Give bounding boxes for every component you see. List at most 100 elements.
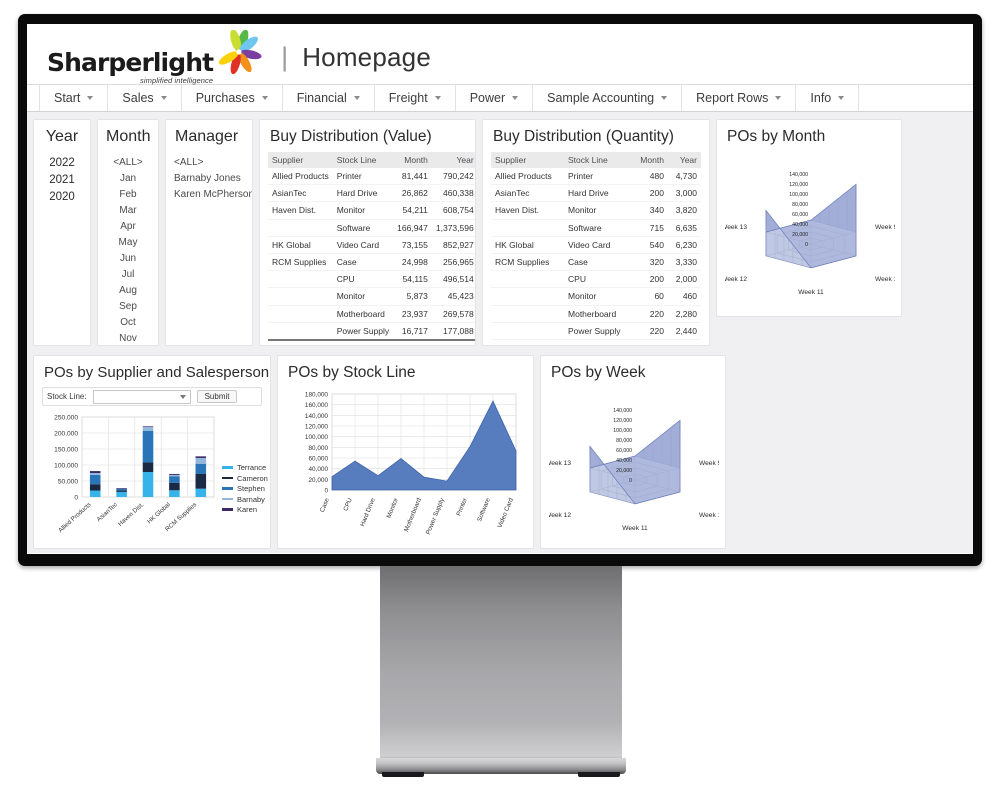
filter-option-year-2[interactable]: 2020 (42, 188, 82, 205)
filter-option-month-5[interactable]: May (106, 234, 150, 250)
chart-pos-by-month-radar[interactable]: 140,000 120,000 100,000 80,000 60,000 40,000 2… (725, 152, 895, 316)
cell-month: 54,211 (393, 201, 432, 220)
filter-option-month-9[interactable]: Sep (106, 298, 150, 314)
submit-button[interactable]: Submit (196, 390, 238, 403)
table-header-row: Supplier Stock Line Month Year (268, 152, 475, 168)
legend-item-barnaby[interactable]: Barnaby (222, 495, 268, 504)
table-row[interactable]: Power Supply 220 2,440 (491, 322, 701, 340)
table-row[interactable]: Monitor 60 460 (491, 287, 701, 306)
svg-text:120,000: 120,000 (789, 182, 808, 188)
table-row[interactable]: Allied Products Printer 480 4,730 (491, 168, 701, 186)
column-header-month: Month (632, 152, 668, 168)
cell-stock-line: Motherboard (332, 305, 394, 323)
filter-option-month-0[interactable]: <ALL> (106, 154, 150, 170)
stock-line-select[interactable] (92, 389, 191, 404)
svg-text:100,000: 100,000 (305, 434, 329, 441)
table-row[interactable]: RCM Supplies Case 320 3,330 (491, 253, 701, 272)
svg-text:100,000: 100,000 (613, 428, 632, 434)
menu-item-purchases[interactable]: Purchases (182, 85, 283, 111)
table-row[interactable]: CPU 200 2,000 (491, 270, 701, 289)
table-row[interactable]: HK Global Video Card 540 6,230 (491, 236, 701, 254)
filter-option-month-11[interactable]: Nov (106, 330, 150, 345)
table-row[interactable]: AsianTec Hard Drive 26,862 460,338 (268, 184, 475, 203)
table-row[interactable]: Power Supply 16,717 177,088 (268, 322, 475, 341)
total-spacer (332, 338, 394, 345)
cell-stock-line: Printer (332, 168, 394, 186)
filter-option-manager-0[interactable]: <ALL> (174, 154, 244, 170)
cell-month: 200 (632, 270, 668, 289)
table-row[interactable]: Software 715 6,635 (491, 219, 701, 237)
svg-text:Week 12: Week 12 (725, 276, 747, 283)
svg-text:Allied Products: Allied Products (57, 501, 92, 534)
table-row[interactable]: Software 166,947 1,373,596 (268, 219, 475, 237)
table-row[interactable]: Motherboard 23,937 269,578 (268, 305, 475, 323)
cell-supplier (268, 287, 333, 306)
table-row[interactable]: Haven Dist. Monitor 54,211 608,754 (268, 201, 475, 220)
menu-label: Info (810, 91, 832, 105)
svg-text:Case: Case (319, 497, 331, 514)
table-row[interactable]: CPU 54,115 496,514 (268, 270, 475, 289)
svg-text:Motherboard: Motherboard (403, 497, 423, 533)
filter-option-manager-1[interactable]: Barnaby Jones (174, 170, 244, 186)
menu-item-power[interactable]: Power (456, 85, 534, 111)
table-row[interactable]: AsianTec Hard Drive 200 3,000 (491, 184, 701, 203)
filter-option-year-0[interactable]: 2022 (42, 154, 82, 171)
legend-item-terrance[interactable]: Terrance (222, 463, 268, 472)
svg-text:0: 0 (805, 242, 808, 248)
svg-text:0: 0 (629, 478, 632, 484)
cell-supplier: RCM Supplies (268, 253, 333, 272)
chart-pos-by-stock-line-area[interactable]: 0 20,000 40,000 60,000 80,000 100,000 120,000 1… (286, 388, 525, 548)
menu-item-report-rows[interactable]: Report Rows (682, 85, 797, 111)
table-row[interactable]: Allied Products Printer 81,441 790,242 (268, 168, 475, 186)
filter-list-month: <ALL>JanFebMarAprMayJunJulAugSepOctNovDe… (106, 154, 150, 345)
pinwheel-logo-icon (217, 29, 265, 81)
filter-option-month-8[interactable]: Aug (106, 282, 150, 298)
filter-option-month-6[interactable]: Jun (106, 250, 150, 266)
panel-buy-distribution-value: Buy Distribution (Value) Supplier Stock L… (259, 119, 476, 346)
menu-item-info[interactable]: Info (796, 85, 860, 111)
table-row[interactable]: RCM Supplies Case 24,998 256,965 (268, 253, 475, 272)
legend-item-cameron[interactable]: Cameron (222, 474, 268, 483)
panel-pos-by-week: POs by Week 140,000 120,000 100,000 80,000 6… (540, 355, 726, 549)
cell-year: 852,927 (431, 236, 475, 254)
filter-option-month-7[interactable]: Jul (106, 266, 150, 282)
menu-item-financial[interactable]: Financial (283, 85, 375, 111)
filter-option-month-10[interactable]: Oct (106, 314, 150, 330)
chart-pos-by-week-radar[interactable]: 140,000 120,000 100,000 80,000 60,000 40,000 2… (549, 388, 719, 548)
table-row[interactable]: HK Global Video Card 73,155 852,927 (268, 236, 475, 254)
table-header-row: Supplier Stock Line Month Year (491, 152, 701, 168)
sharperlight-logo[interactable]: Sharperlight simplified intelligence (47, 29, 267, 84)
cell-stock-line: Printer (564, 168, 633, 186)
filter-option-month-4[interactable]: Apr (106, 218, 150, 234)
filter-option-manager-2[interactable]: Karen McPherson (174, 186, 252, 202)
table-row[interactable]: Motherboard 220 2,280 (491, 305, 701, 323)
legend-label: Terrance (237, 463, 267, 472)
filter-option-month-1[interactable]: Jan (106, 170, 150, 186)
cell-stock-line: Motherboard (564, 305, 633, 323)
menu-item-freight[interactable]: Freight (375, 85, 456, 111)
column-header-supplier: Supplier (491, 152, 565, 168)
cell-year: 2,440 (667, 322, 701, 340)
svg-text:80,000: 80,000 (616, 438, 632, 444)
chart-pos-by-supplier-bars[interactable]: 0 50,000 100,000 150,000 200,000 250,000 Allie… (42, 411, 220, 541)
cell-supplier (491, 219, 565, 237)
menu-item-sample-accounting[interactable]: Sample Accounting (533, 85, 683, 111)
cell-stock-line: Monitor (332, 201, 394, 220)
chevron-down-icon (512, 96, 519, 100)
svg-text:20,000: 20,000 (792, 232, 808, 238)
table-row[interactable]: Haven Dist. Monitor 340 3,820 (491, 201, 701, 220)
menu-item-sales[interactable]: Sales (108, 85, 182, 111)
cell-month: 5,873 (393, 287, 432, 306)
filter-option-year-1[interactable]: 2021 (42, 171, 82, 188)
chevron-down-icon (838, 96, 845, 100)
cell-month: 24,998 (393, 253, 432, 272)
legend-item-karen[interactable]: Karen (222, 505, 268, 514)
legend-swatch (222, 466, 233, 469)
filter-option-month-3[interactable]: Mar (106, 202, 150, 218)
menu-item-start[interactable]: Start (39, 85, 109, 111)
screen: Sharperlight simplified intelligence | H… (27, 24, 973, 554)
svg-text:50,000: 50,000 (58, 479, 79, 486)
table-row[interactable]: Monitor 5,873 45,423 (268, 287, 475, 306)
legend-item-stephen[interactable]: Stephen (222, 484, 268, 493)
filter-option-month-2[interactable]: Feb (106, 186, 150, 202)
